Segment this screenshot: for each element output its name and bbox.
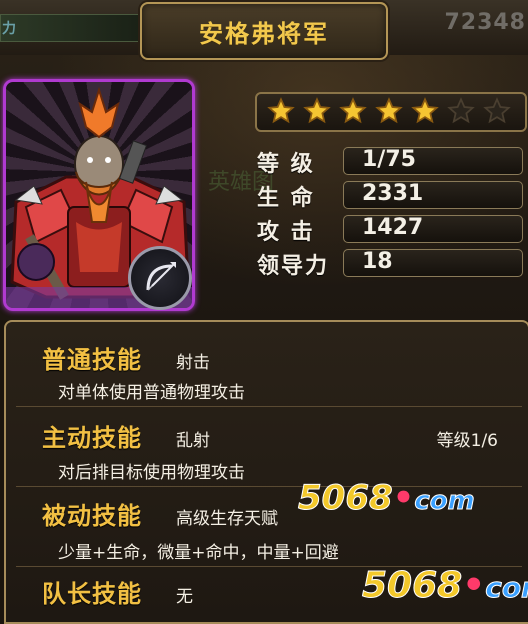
skill-title-normal: 普通技能 [42,346,142,374]
skill-desc-active: 对后排目标使用物理攻击 [58,463,245,483]
star-icon [447,97,475,124]
skill-desc-normal: 对单体使用普通物理攻击 [58,383,245,403]
skill-name-active: 乱射 [176,431,210,451]
skill-level-active: 等级1/6 [436,431,498,451]
watermark: 5068•com [298,478,476,519]
watermark-dot: • [462,565,486,606]
skill-name-leader: 无 [176,587,193,607]
skill-title-passive: 被动技能 [42,502,142,530]
stat-label-hp: 生 命 [257,186,315,211]
watermark-dot: • [392,478,415,518]
watermark-suffix: com [414,486,475,517]
stat-value-leadership: 18 [362,249,393,274]
star-rating [255,92,527,132]
stat-label-leadership: 领导力 [257,254,330,279]
stat-label-attack: 攻 击 [257,220,315,245]
divider [16,406,522,407]
star-icon [339,97,367,124]
title-plate: 安格弗将军 [140,2,388,60]
class-badge [128,246,192,310]
stat-value-attack: 1427 [362,215,424,240]
watermark-digits: 5068 [298,478,394,519]
watermark-suffix: com [485,571,528,605]
power-bar [0,14,142,42]
power-number: 72348 [444,10,526,35]
star-icon [375,97,403,124]
skill-name-passive: 高级生存天赋 [176,509,278,529]
star-icon [267,97,295,124]
stat-label-level: 等 级 [257,152,315,177]
stat-value-level: 1/75 [362,147,416,172]
watermark: 5068•com [361,565,528,607]
hero-name: 安格弗将军 [199,19,329,48]
power-label: 力 [2,21,16,37]
skill-title-active: 主动技能 [42,424,142,452]
star-icon [483,97,511,124]
skill-title-leader: 队长技能 [42,580,142,608]
skill-name-normal: 射击 [176,353,210,373]
skill-desc-passive: 少量+生命，微量+命中，中量+回避 [58,543,339,563]
stat-value-hp: 2331 [362,181,424,206]
star-icon [411,97,439,124]
star-icon [303,97,331,124]
watermark-digits: 5068 [361,565,463,607]
bow-icon [146,262,176,291]
